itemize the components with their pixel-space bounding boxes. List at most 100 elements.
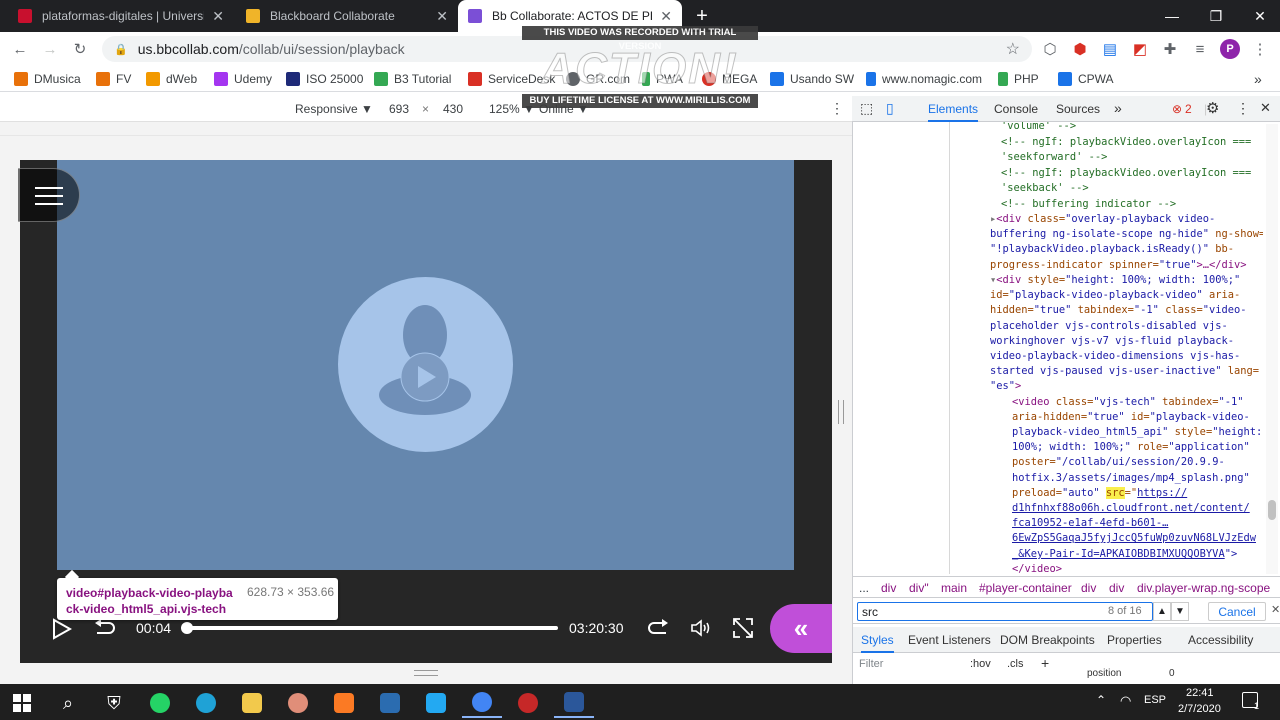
taskbar-word[interactable] xyxy=(554,688,594,718)
back-icon[interactable]: ← xyxy=(10,39,30,59)
elements-scrollbar[interactable] xyxy=(1266,124,1278,574)
src-link[interactable]: 6EwZpS5GaqaJ5fyjJccQ5fuWp0zuvN68LVJzEdw xyxy=(1012,531,1256,546)
tab-plataformas[interactable]: plataformas-digitales | Universidad ✕ xyxy=(8,0,234,32)
reload-icon[interactable]: ↻ xyxy=(70,39,90,59)
breadcrumb-item[interactable]: div xyxy=(881,581,896,595)
clock-time[interactable]: 22:41 xyxy=(1186,687,1214,699)
breadcrumb-item[interactable]: div xyxy=(1109,581,1124,595)
play-icon[interactable] xyxy=(52,618,72,640)
code-line[interactable]: ▸<div class="overlay-playback video- xyxy=(990,212,1215,227)
elements-tree[interactable]: 'volume' --> <!-- ngIf: playbackVideo.ov… xyxy=(853,122,1263,574)
bookmark-usando-sw[interactable]: Usando SW xyxy=(770,70,854,88)
taskbar-vscode[interactable] xyxy=(416,688,456,718)
code-line[interactable]: ▾<div style="height: 100%; width: 100%;" xyxy=(990,273,1240,288)
error-icon[interactable]: ⊗ xyxy=(1172,102,1182,116)
add-style-rule-button[interactable]: + xyxy=(1041,655,1049,671)
viewport-height-input[interactable]: 430 xyxy=(443,102,463,116)
bookmark-php[interactable]: PHP xyxy=(998,70,1039,88)
styles-filter-input[interactable]: Filter xyxy=(859,658,883,670)
devtools-menu-icon[interactable]: ⋮ xyxy=(1236,100,1250,117)
start-button[interactable] xyxy=(2,688,42,718)
src-link[interactable]: d1hfnhxf88o06h.cloudfront.net/content/ xyxy=(1012,501,1250,516)
more-bookmarks-icon[interactable]: » xyxy=(1254,70,1262,88)
bookmark-dweb[interactable]: dWeb xyxy=(146,70,197,88)
device-toggle-icon[interactable]: ▯ xyxy=(886,100,894,117)
reading-list-icon[interactable]: ≡ xyxy=(1190,39,1210,59)
bookmark-fv[interactable]: FV xyxy=(96,70,131,88)
media-query-ruler[interactable] xyxy=(0,122,852,136)
close-tab-icon[interactable]: ✕ xyxy=(660,8,672,25)
error-count[interactable]: 2 xyxy=(1185,102,1192,116)
menu-dots-icon[interactable]: ⋮ xyxy=(1250,39,1270,59)
tab-properties[interactable]: Properties xyxy=(1107,633,1162,647)
inspect-element-icon[interactable]: ⬚ xyxy=(860,100,873,117)
settings-gear-icon[interactable]: ⚙ xyxy=(1206,99,1219,117)
taskbar-security-icon[interactable]: ⛨ xyxy=(94,688,134,718)
viewport-width-input[interactable]: 693 xyxy=(389,102,409,116)
taskbar-chrome[interactable] xyxy=(462,688,502,718)
taskbar-xampp[interactable] xyxy=(324,688,364,718)
close-tab-icon[interactable]: ✕ xyxy=(436,8,448,25)
tab-elements[interactable]: Elements xyxy=(928,102,979,122)
show-hidden-icons[interactable]: ⌃ xyxy=(1096,693,1106,707)
profile-avatar[interactable]: P xyxy=(1220,39,1240,59)
extension-shield-icon[interactable]: ⬡ xyxy=(1040,39,1060,59)
breadcrumb-item[interactable]: #player-container xyxy=(979,581,1072,595)
tab-dom-breakpoints[interactable]: DOM Breakpoints xyxy=(1000,633,1095,647)
taskbar-paint[interactable] xyxy=(278,688,318,718)
extension-doc-icon[interactable]: ▤ xyxy=(1100,39,1120,59)
bookmark-cpwa[interactable]: CPWA xyxy=(1058,70,1114,88)
taskbar-search-icon[interactable]: ⌕ xyxy=(48,688,88,718)
clock-date[interactable]: 2/7/2020 xyxy=(1178,703,1221,715)
tab-styles[interactable]: Styles xyxy=(861,633,894,653)
tab-console[interactable]: Console xyxy=(994,102,1038,116)
seek-bar[interactable] xyxy=(181,622,558,634)
tab-blackboard[interactable]: Blackboard Collaborate ✕ xyxy=(236,0,458,32)
input-language[interactable]: ESP xyxy=(1144,694,1166,706)
extensions-puzzle-icon[interactable]: ✚ xyxy=(1160,39,1180,59)
bookmark-star-icon[interactable]: ☆ xyxy=(1006,39,1020,59)
taskbar-tool[interactable] xyxy=(370,688,410,718)
hover-state-toggle[interactable]: :hov xyxy=(970,658,991,670)
breadcrumb-item[interactable]: ... xyxy=(859,581,869,595)
close-search-icon[interactable]: ✕ xyxy=(1271,603,1280,616)
close-window-button[interactable]: ✕ xyxy=(1238,0,1280,32)
viewport-bottom-resize-handle[interactable] xyxy=(414,670,438,676)
seek-handle[interactable] xyxy=(181,622,193,634)
bookmark-b3-tutorial[interactable]: B3 Tutorial xyxy=(374,70,451,88)
forward-icon[interactable]: → xyxy=(40,39,60,59)
search-prev-button[interactable]: ▲ xyxy=(1153,602,1171,621)
bookmark-nomagic[interactable]: www.nomagic.com xyxy=(866,70,982,88)
bookmark-udemy[interactable]: Udemy xyxy=(214,70,272,88)
taskbar-edge[interactable] xyxy=(186,688,226,718)
close-devtools-icon[interactable]: ✕ xyxy=(1260,100,1271,116)
fullscreen-icon[interactable] xyxy=(732,617,754,639)
taskbar-explorer[interactable] xyxy=(232,688,272,718)
device-mode-select[interactable]: Responsive ▼ xyxy=(295,102,373,116)
viewport-resize-handle[interactable] xyxy=(838,400,844,424)
search-next-button[interactable]: ▼ xyxy=(1171,602,1189,621)
tab-accessibility[interactable]: Accessibility xyxy=(1188,633,1253,647)
bookmark-dmusica[interactable]: DMusica xyxy=(14,70,81,88)
rewind-icon[interactable] xyxy=(93,619,115,637)
taskbar-whatsapp[interactable] xyxy=(140,688,180,718)
class-toggle[interactable]: .cls xyxy=(1007,658,1024,670)
tab-event-listeners[interactable]: Event Listeners xyxy=(908,633,991,647)
src-link[interactable]: _&Key-Pair-Id=APKAIOBDBIMXUQQOBYVA xyxy=(1012,548,1225,560)
session-menu-button[interactable] xyxy=(18,168,80,222)
bookmark-iso25000[interactable]: ISO 25000 xyxy=(286,70,363,88)
maximize-button[interactable]: ❐ xyxy=(1194,0,1238,32)
volume-icon[interactable] xyxy=(690,619,712,637)
device-menu-icon[interactable]: ⋮ xyxy=(830,100,844,117)
breadcrumb-item[interactable]: main xyxy=(941,581,967,595)
forward-icon[interactable] xyxy=(648,619,670,637)
breadcrumb-item[interactable]: div" xyxy=(909,581,929,595)
tab-sources[interactable]: Sources xyxy=(1056,102,1100,116)
close-tab-icon[interactable]: ✕ xyxy=(212,8,224,25)
src-link[interactable]: fca10952-e1af-4efd-b601-… xyxy=(1012,516,1168,531)
collaborate-panel-button[interactable]: « xyxy=(770,604,832,653)
minimize-button[interactable]: — xyxy=(1150,0,1194,32)
more-tabs-icon[interactable]: » xyxy=(1114,100,1122,116)
wifi-icon[interactable]: ◠ xyxy=(1120,693,1131,709)
extension-lock-icon[interactable]: ⬢ xyxy=(1070,39,1090,59)
